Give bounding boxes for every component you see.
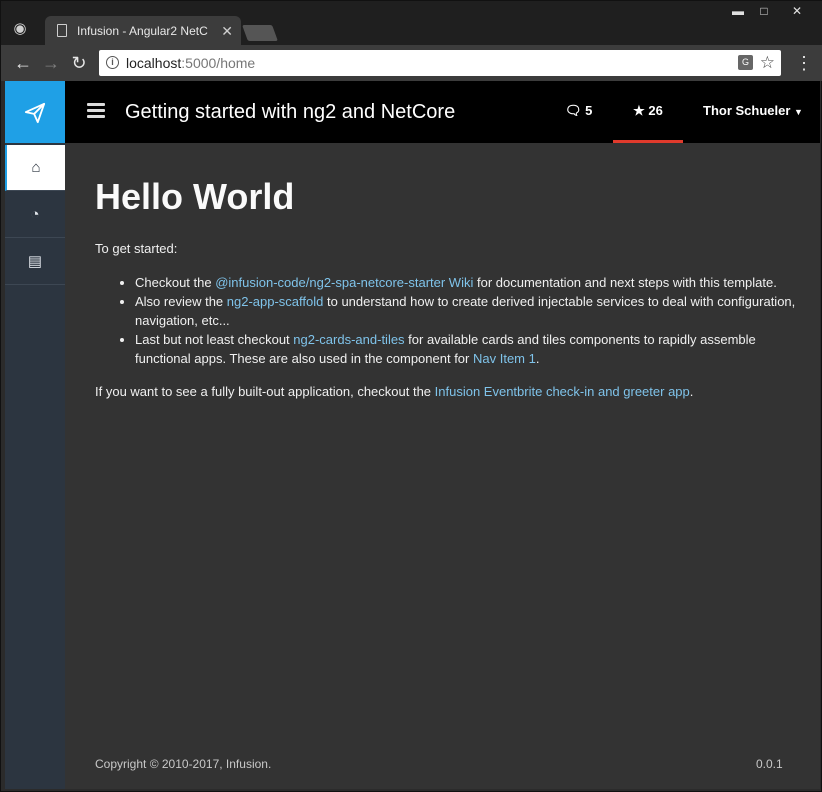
- outro-text: If you want to see a fully built-out app…: [95, 382, 805, 401]
- document-icon: ▤: [27, 253, 43, 270]
- main-content: Hello World To get started: Checkout the…: [95, 143, 805, 416]
- nav-item-1-link[interactable]: Nav Item 1: [473, 351, 536, 366]
- sidebar-item-dashboard[interactable]: ◔: [5, 192, 65, 238]
- list-item-text: Also review the: [135, 294, 227, 309]
- bookmark-star-icon[interactable]: ☆: [760, 50, 775, 76]
- reload-icon[interactable]: ↻: [67, 51, 91, 75]
- forward-arrow-icon[interactable]: →: [39, 51, 63, 75]
- paper-plane-icon[interactable]: [5, 81, 65, 143]
- scaffold-link[interactable]: ng2-app-scaffold: [227, 294, 324, 309]
- browser-tab[interactable]: Infusion - Angular2 NetC ✕: [45, 16, 241, 46]
- comments-count: 5: [585, 103, 593, 118]
- user-name: Thor Schueler: [703, 103, 791, 118]
- tab-close-icon[interactable]: ✕: [221, 16, 233, 46]
- url-path: :5000/home: [181, 55, 256, 71]
- browser-menu-icon[interactable]: ⋮: [795, 51, 813, 75]
- getting-started-list: Checkout the @infusion-code/ng2-spa-netc…: [135, 273, 805, 368]
- list-item-text: for documentation and next steps with th…: [473, 275, 777, 290]
- top-navbar: Getting started with ng2 and NetCore 🗨 5…: [65, 81, 820, 143]
- sidebar: ⌂ ◔ ▤: [5, 81, 65, 789]
- dashboard-icon: ◔: [30, 206, 40, 223]
- stars-count: 26: [648, 103, 663, 118]
- star-icon: ★: [633, 103, 645, 118]
- list-item: Also review the ng2-app-scaffold to unde…: [135, 292, 805, 330]
- title-bar: ◉ Infusion - Angular2 NetC ✕ ▬ □ ✕: [1, 1, 822, 46]
- list-item-text: .: [535, 351, 540, 366]
- list-item-text: Last but not least checkout: [135, 332, 294, 347]
- page-heading: Hello World: [95, 176, 295, 217]
- user-menu[interactable]: Thor Schueler ▼: [703, 81, 803, 142]
- page-title: Getting started with ng2 and NetCore: [125, 101, 456, 123]
- back-arrow-icon[interactable]: ←: [11, 51, 35, 75]
- browser-window: ◉ Infusion - Angular2 NetC ✕ ▬ □ ✕ ← → ↻…: [0, 0, 822, 792]
- cards-tiles-link[interactable]: ng2-cards-and-tiles: [293, 332, 404, 347]
- comments-icon: 🗨: [565, 103, 582, 118]
- page-icon: [57, 24, 67, 37]
- comments-nav-item[interactable]: 🗨 5: [565, 81, 592, 141]
- url-host: localhost: [126, 55, 182, 71]
- list-item: Last but not least checkout ng2-cards-an…: [135, 330, 805, 368]
- outro-suffix: .: [689, 384, 694, 399]
- hamburger-menu-icon[interactable]: [87, 103, 105, 119]
- maximize-icon[interactable]: □: [751, 3, 777, 19]
- sidebar-item-home[interactable]: ⌂: [5, 145, 65, 191]
- stars-nav-item[interactable]: ★ 26: [613, 81, 683, 143]
- new-tab-button[interactable]: [242, 25, 278, 41]
- caret-down-icon: ▼: [794, 107, 803, 117]
- sidebar-item-document[interactable]: ▤: [5, 239, 65, 285]
- app-shell: ⌂ ◔ ▤ Getting started with ng2 and NetCo…: [5, 81, 820, 789]
- address-bar[interactable]: i localhost:5000/home G ☆: [99, 50, 781, 76]
- outro-prefix: If you want to see a fully built-out app…: [95, 384, 435, 399]
- browser-toolbar: ← → ↻ i localhost:5000/home G ☆ ⋮: [1, 45, 822, 81]
- list-item: Checkout the @infusion-code/ng2-spa-netc…: [135, 273, 805, 292]
- version-text: 0.0.1: [756, 757, 783, 771]
- eventbrite-app-link[interactable]: Infusion Eventbrite check-in and greeter…: [435, 384, 690, 399]
- minimize-icon[interactable]: ▬: [725, 3, 751, 19]
- info-icon[interactable]: i: [106, 56, 119, 69]
- list-item-text: Checkout the: [135, 275, 216, 290]
- copyright-text: Copyright © 2010-2017, Infusion.: [95, 757, 272, 771]
- translate-icon[interactable]: G: [738, 55, 753, 70]
- tab-title: Infusion - Angular2 NetC: [77, 24, 208, 38]
- wiki-link[interactable]: @infusion-code/ng2-spa-netcore-starter W…: [215, 275, 473, 290]
- incognito-icon: ◉: [13, 20, 27, 37]
- home-icon: ⌂: [31, 159, 41, 176]
- intro-text: To get started:: [95, 241, 178, 256]
- close-window-icon[interactable]: ✕: [779, 3, 815, 19]
